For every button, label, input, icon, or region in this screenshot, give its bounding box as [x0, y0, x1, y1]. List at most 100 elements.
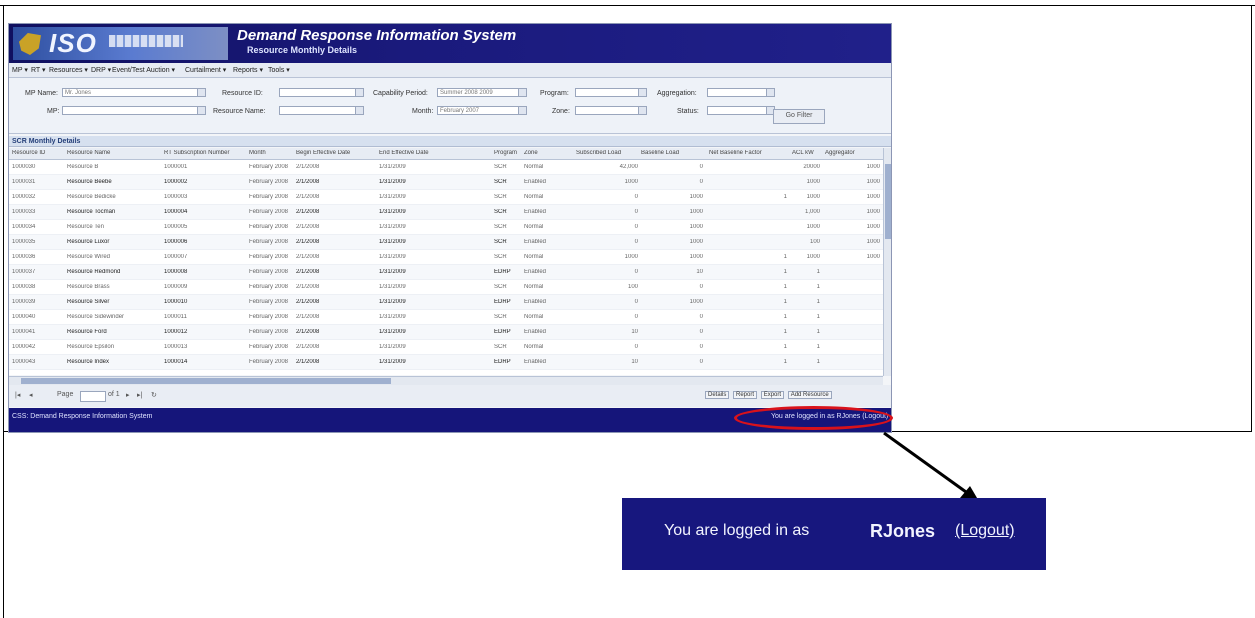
table-cell: SCR — [494, 224, 507, 230]
mp-select[interactable] — [62, 106, 206, 115]
table-row[interactable]: 1000043 Resource Index 1000014 February 200… — [9, 355, 883, 370]
menu-item-resources[interactable]: Resources ▾ — [49, 66, 88, 74]
table-cell: 1000 — [689, 194, 703, 200]
table-row[interactable]: 1000035 Resource Luxor 1000006 February 200… — [9, 235, 883, 250]
table-cell: 1000009 — [164, 284, 188, 290]
column-header[interactable]: Aggregator — [825, 150, 880, 156]
table-cell: 1000013 — [164, 344, 188, 350]
table-cell: 1000043 — [12, 359, 36, 365]
column-header[interactable]: Baseline Load — [641, 150, 703, 156]
table-cell: 1 — [783, 329, 787, 335]
table-cell: 2/1/2008 — [296, 344, 320, 350]
column-header[interactable]: Subscribed Load — [576, 150, 638, 156]
table-row[interactable]: 1000040 Resource Sidewinder 1000011 Februar… — [9, 310, 883, 325]
resource-id-select[interactable] — [279, 88, 364, 97]
column-header[interactable]: Resource ID — [12, 150, 62, 156]
report-button[interactable]: Report — [733, 391, 758, 399]
table-cell: 1000001 — [164, 164, 188, 170]
zone-select[interactable] — [575, 106, 647, 115]
column-header[interactable]: Zone — [524, 150, 550, 156]
table-cell: 1000004 — [164, 209, 188, 215]
details-button[interactable]: Details — [705, 391, 730, 399]
status-select[interactable] — [707, 106, 775, 115]
table-cell: 1 — [816, 314, 820, 320]
table-cell: 1000 — [689, 299, 703, 305]
table-row[interactable]: 1000042 Resource Epsilon 1000013 February 2… — [9, 340, 883, 355]
export-button[interactable]: Export — [760, 391, 785, 399]
table-cell: 0 — [634, 224, 638, 230]
prev-page-icon[interactable]: ◂ — [29, 391, 33, 399]
table-row[interactable]: 1000032 Resource Bedicke 1000003 February 2… — [9, 190, 883, 205]
table-cell: 1 — [783, 194, 787, 200]
scroll-thumb[interactable] — [21, 378, 391, 384]
table-cell: 1/31/2009 — [379, 284, 406, 290]
logo-tagline — [109, 35, 183, 47]
table-row[interactable]: 1000038 Resource Brass 1000009 February 200… — [9, 280, 883, 295]
table-row[interactable]: 1000034 Resource Ten 1000005 February 2008 2… — [9, 220, 883, 235]
column-header[interactable]: ACL kW — [792, 150, 820, 156]
table-cell: Resource Bedicke — [67, 194, 116, 200]
filter-button[interactable]: Go Filter — [773, 109, 825, 124]
table-cell: 1 — [816, 284, 820, 290]
menu-item-reports[interactable]: Reports ▾ — [233, 66, 263, 74]
table-cell: Resource Silver — [67, 299, 110, 305]
logout-link[interactable]: (Logout) — [955, 522, 1015, 540]
table-cell: 1000 — [866, 209, 880, 215]
table-cell: 1 — [816, 359, 820, 365]
mp-name-select[interactable]: Mr. Jones — [62, 88, 206, 97]
column-header[interactable]: RT Subscription Number — [164, 150, 244, 156]
table-cell: 1000 — [866, 194, 880, 200]
table-cell: 1 — [783, 314, 787, 320]
column-header[interactable]: Month — [249, 150, 291, 156]
highlight-ellipse — [734, 406, 893, 430]
table-row[interactable]: 1000036 Resource Wired 1000007 February 200… — [9, 250, 883, 265]
column-header[interactable]: End Effective Date — [379, 150, 443, 156]
table-cell: 100 — [627, 284, 638, 290]
table-cell: 1000038 — [12, 284, 36, 290]
table-row[interactable]: 1000033 Resource Tocman 1000004 February 20… — [9, 205, 883, 220]
table-cell: February 2008 — [249, 344, 289, 350]
aggregation-select[interactable] — [707, 88, 775, 97]
column-header[interactable]: Resource Name — [67, 150, 159, 156]
month-select[interactable]: February 2007 — [437, 106, 527, 115]
column-header[interactable]: Begin Effective Date — [296, 150, 360, 156]
table-cell: Normal — [524, 164, 544, 170]
mp-label: MP: — [47, 108, 60, 115]
table-cell: EDRP — [494, 299, 511, 305]
table-cell: Resource Beebe — [67, 179, 112, 185]
resource-name-select[interactable] — [279, 106, 364, 115]
menu-item-drp[interactable]: DRP ▾ — [91, 66, 111, 74]
first-page-icon[interactable]: |◂ — [15, 391, 20, 399]
menu-item-tools[interactable]: Tools ▾ — [268, 66, 290, 74]
horizontal-scrollbar[interactable] — [9, 376, 883, 385]
table-cell: February 2008 — [249, 164, 289, 170]
table-cell: 1000 — [806, 254, 820, 260]
table-cell: 1000035 — [12, 239, 36, 245]
page-number-input[interactable] — [80, 391, 106, 402]
table-row[interactable]: 1000039 Resource Silver 1000010 February 20… — [9, 295, 883, 310]
table-row[interactable]: 1000030 Resource B 1000001 February 2008 2/1… — [9, 160, 883, 175]
table-cell: 1000010 — [164, 299, 188, 305]
menu-item-curtailment[interactable]: Curtailment ▾ — [185, 66, 226, 74]
vertical-scrollbar[interactable] — [883, 148, 891, 376]
column-header[interactable]: Net Baseline Factor — [709, 150, 787, 156]
table-cell: Resource Luxor — [67, 239, 110, 245]
refresh-icon[interactable]: ↻ — [151, 391, 157, 399]
add-resource-button[interactable]: Add Resource — [787, 391, 832, 399]
menu-item-rt[interactable]: RT ▾ — [31, 66, 46, 74]
capability-period-select[interactable]: Summer 2008 2009 — [437, 88, 527, 97]
menu-item-mp[interactable]: MP ▾ — [12, 66, 28, 74]
column-header[interactable]: Program — [494, 150, 520, 156]
table-cell: SCR — [494, 179, 507, 185]
table-row[interactable]: 1000037 Resource Redmond 1000008 February 2… — [9, 265, 883, 280]
last-page-icon[interactable]: ▸| — [137, 391, 142, 399]
menu-item-event-test-auction[interactable]: Event/Test Auction ▾ — [112, 66, 175, 74]
program-select[interactable] — [575, 88, 647, 97]
scroll-thumb[interactable] — [885, 164, 891, 239]
table-row[interactable]: 1000041 Resource Ford 1000012 February 2008… — [9, 325, 883, 340]
table-row[interactable]: 1000031 Resource Beebe 1000002 February 200… — [9, 175, 883, 190]
grid-header: Resource ID Resource Name RT Subscriptio… — [9, 148, 883, 160]
table-cell: Resource Brass — [67, 284, 110, 290]
table-cell: 1/31/2009 — [379, 194, 406, 200]
next-page-icon[interactable]: ▸ — [126, 391, 130, 399]
